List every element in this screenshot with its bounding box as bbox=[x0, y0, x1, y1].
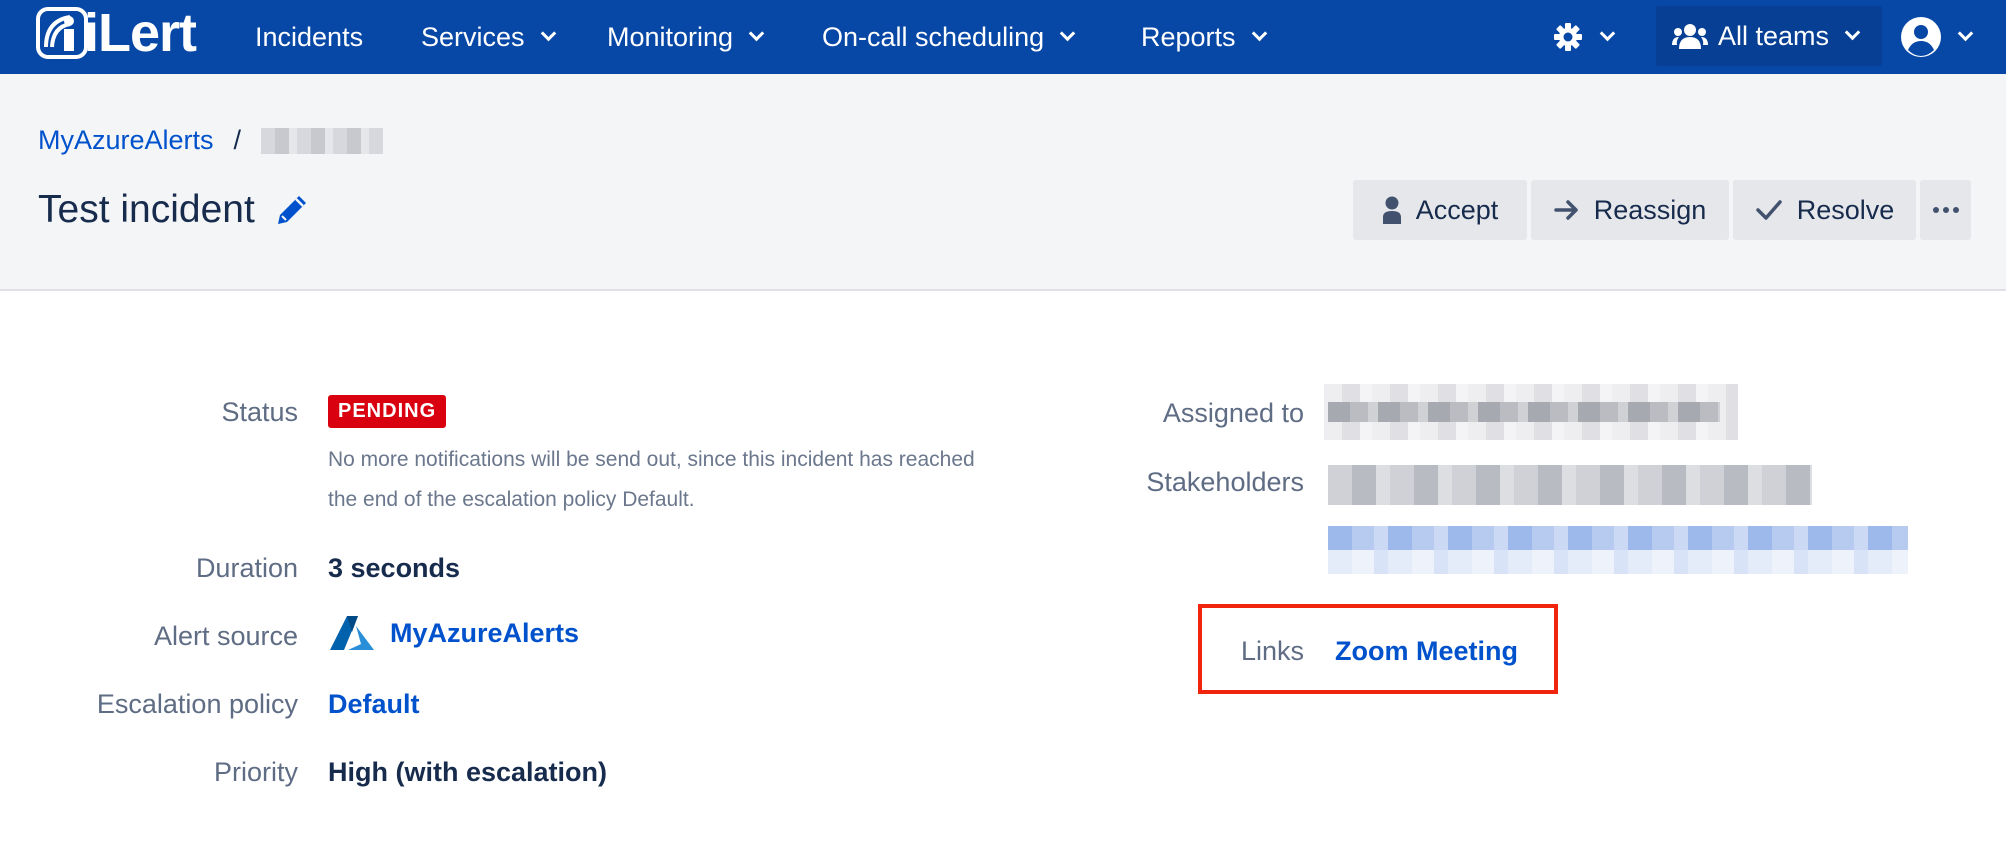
page-title: Test incident bbox=[38, 188, 309, 232]
nav-on-call-label: On-call scheduling bbox=[822, 21, 1045, 52]
ellipsis-icon bbox=[1932, 207, 1959, 213]
status-label: Status bbox=[221, 397, 298, 427]
reassign-label: Reassign bbox=[1593, 194, 1707, 225]
user-menu[interactable] bbox=[1900, 0, 1974, 74]
accept-button[interactable]: Accept bbox=[1353, 180, 1527, 240]
zoom-meeting-link[interactable]: Zoom Meeting bbox=[1335, 636, 1518, 667]
more-actions-button[interactable] bbox=[1920, 180, 1971, 240]
duration-value: 3 seconds bbox=[328, 553, 461, 583]
reassign-button[interactable]: Reassign bbox=[1531, 180, 1729, 240]
nav-on-call-scheduling[interactable]: On-call scheduling bbox=[822, 0, 1076, 74]
ilert-logo-icon bbox=[36, 7, 88, 59]
chevron-down-icon bbox=[748, 25, 765, 41]
alert-source-label: Alert source bbox=[153, 621, 298, 651]
stakeholder-redacted-3 bbox=[1328, 550, 1908, 574]
status-note: No more notifications will be send out, … bbox=[328, 448, 975, 511]
azure-icon bbox=[330, 616, 374, 650]
duration-label: Duration bbox=[195, 553, 298, 583]
assigned-to-label: Assigned to bbox=[1162, 398, 1304, 428]
alert-source-value: MyAzureAlerts bbox=[328, 614, 579, 652]
chevron-down-icon bbox=[540, 25, 556, 41]
nav-incidents[interactable]: Incidents bbox=[255, 0, 363, 74]
arrow-right-icon bbox=[1553, 200, 1578, 220]
gear-icon bbox=[1554, 23, 1582, 51]
chevron-down-icon bbox=[1957, 25, 1974, 41]
chevron-down-icon bbox=[1844, 24, 1861, 40]
incident-title: Test incident bbox=[38, 188, 255, 231]
chevron-down-icon bbox=[1599, 25, 1616, 41]
breadcrumb-separator: / bbox=[233, 125, 242, 155]
breadcrumb: MyAzureAlerts / bbox=[38, 125, 384, 156]
stakeholder-redacted-1 bbox=[1328, 465, 1812, 505]
accept-label: Accept bbox=[1415, 194, 1499, 225]
escalation-policy-link[interactable]: Default bbox=[328, 689, 420, 720]
assignee-name-redacted bbox=[1328, 402, 1720, 422]
settings-menu[interactable] bbox=[1552, 0, 1616, 74]
resolve-button[interactable]: Resolve bbox=[1733, 180, 1916, 240]
nav-incidents-label: Incidents bbox=[255, 21, 364, 52]
breadcrumb-redacted-item bbox=[261, 127, 384, 154]
chevron-down-icon bbox=[1251, 25, 1267, 41]
links-label: Links bbox=[1240, 636, 1304, 666]
status-badge: PENDING bbox=[328, 395, 447, 428]
nav-services[interactable]: Services bbox=[421, 0, 556, 74]
priority-label: Priority bbox=[213, 757, 298, 787]
chevron-down-icon bbox=[1059, 25, 1076, 41]
nav-reports-label: Reports bbox=[1141, 21, 1236, 52]
stakeholder-redacted-2 bbox=[1328, 526, 1908, 550]
escalation-policy-label: Escalation policy bbox=[96, 689, 298, 719]
nav-reports[interactable]: Reports bbox=[1141, 0, 1267, 74]
incident-actions: Accept Reassign Resolve bbox=[1353, 180, 1975, 240]
stakeholders-label: Stakeholders bbox=[1146, 467, 1304, 497]
user-avatar-icon bbox=[1901, 17, 1941, 57]
check-icon bbox=[1755, 200, 1782, 220]
users-icon bbox=[1672, 24, 1708, 49]
teams-label: All teams bbox=[1718, 20, 1830, 51]
nav-monitoring[interactable]: Monitoring bbox=[607, 0, 765, 74]
top-navbar: iLert Incidents Services Monitoring On-c… bbox=[0, 0, 2006, 74]
resolve-label: Resolve bbox=[1796, 194, 1895, 225]
alert-source-link[interactable]: MyAzureAlerts bbox=[390, 618, 579, 649]
nav-services-label: Services bbox=[421, 21, 525, 52]
team-selector[interactable]: All teams bbox=[1656, 6, 1882, 66]
pencil-icon[interactable] bbox=[275, 193, 309, 227]
priority-value: High (with escalation) bbox=[328, 757, 608, 787]
user-icon bbox=[1382, 196, 1401, 224]
logo-text: iLert bbox=[84, 3, 197, 63]
nav-monitoring-label: Monitoring bbox=[607, 21, 734, 52]
breadcrumb-alert-source-link[interactable]: MyAzureAlerts bbox=[38, 125, 214, 156]
ilert-logo[interactable]: iLert bbox=[36, 3, 197, 63]
